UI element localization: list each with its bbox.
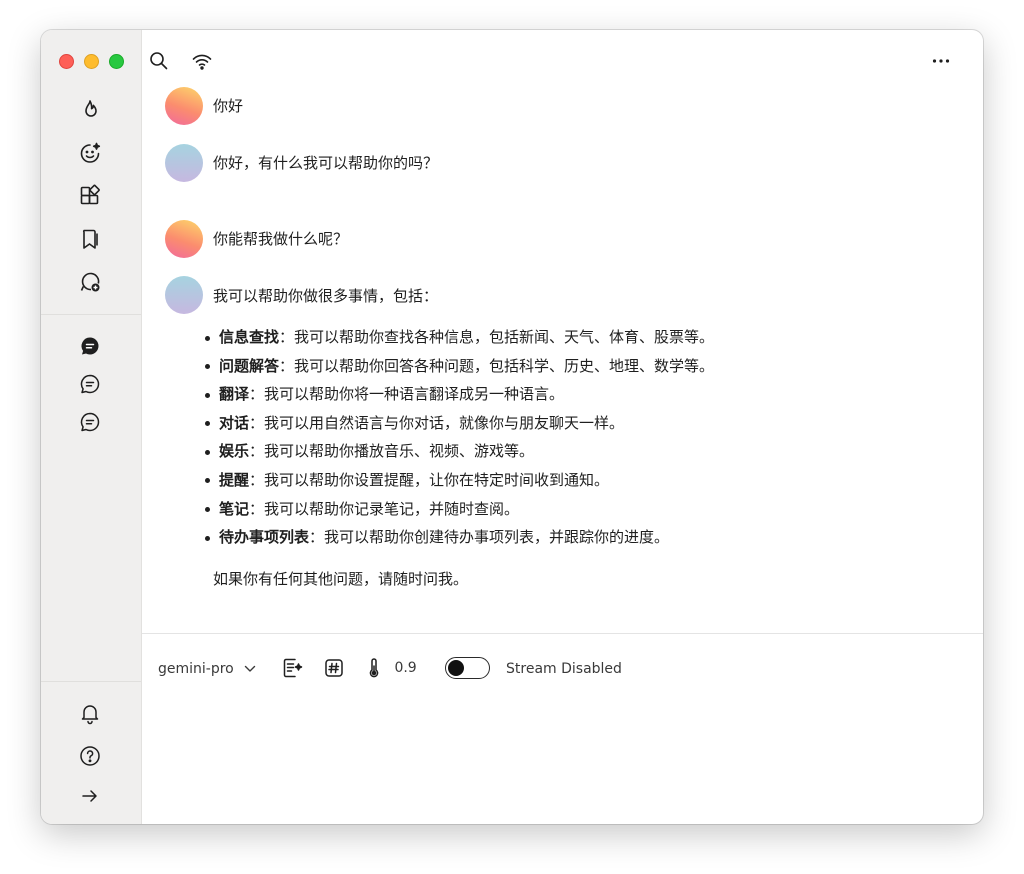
arrow-right-icon[interactable] [78,784,102,808]
sidebar-divider [41,681,141,682]
search-icon[interactable] [148,50,170,72]
list-item: 对话：我可以用自然语言与你对话，就像你与朋友聊天一样。 [205,409,845,438]
bookmark-icon[interactable] [78,227,102,251]
list-item-desc: ：我可以帮助你查找各种信息，包括新闻、天气、体育、股票等。 [279,328,715,346]
list-item: 娱乐：我可以帮助你播放音乐、视频、游戏等。 [205,437,845,466]
composer-divider [142,633,983,634]
flame-icon[interactable] [78,98,102,122]
new-chat-icon[interactable] [78,270,102,294]
model-name: gemini-pro [158,661,234,677]
list-item-desc: ：我可以帮助你创建待办事项列表，并跟踪你的进度。 [309,528,670,547]
message-text: 你好，有什么我可以帮助你的吗？ [213,154,439,172]
zoom-window-button[interactable] [109,54,124,69]
list-item-term: 待办事项列表 [219,528,310,547]
list-item-desc: ：我可以帮助你将一种语言翻译成另一种语言。 [249,385,565,404]
thermometer-icon [369,658,379,678]
chat-outline-icon[interactable] [78,410,102,434]
close-window-button[interactable] [59,54,74,69]
sidebar [41,30,142,824]
list-item-desc: ：我可以帮助你播放音乐、视频、游戏等。 [249,442,535,461]
list-item-term: 提醒 [219,470,250,489]
sidebar-divider [41,314,141,315]
list-item-desc: ：我可以用自然语言与你对话，就像你与朋友聊天一样。 [249,413,625,432]
model-select[interactable]: gemini-pro [158,659,256,679]
list-item: 待办事项列表：我可以帮助你创建待办事项列表，并跟踪你的进度。 [205,523,845,552]
message-text: 你能帮我做什么呢？ [213,230,349,248]
list-item-desc: ：我可以帮助你记录笔记，并随时查阅。 [249,499,520,518]
minimize-window-button[interactable] [84,54,99,69]
stream-label: Stream Disabled [506,661,622,677]
closing-text: 如果你有任何其他问题，请随时问我。 [213,570,469,588]
list-item-term: 娱乐 [219,442,250,461]
list-item-term: 翻译 [219,385,250,404]
widgets-icon[interactable] [78,184,102,208]
wifi-icon[interactable] [191,50,213,72]
chat-main: 你好 你好，有什么我可以帮助你的吗？ 你能帮我做什么呢？ 我可以帮助你做很多事情… [142,30,983,824]
assistant-avatar [165,144,203,182]
list-item-term: 问题解答 [219,356,280,375]
more-icon[interactable] [930,50,952,72]
chevron-down-icon [245,665,256,672]
help-icon[interactable] [78,744,102,768]
user-avatar [165,220,203,258]
assistant-avatar [165,276,203,314]
list-item-desc: ：我可以帮助你设置提醒，让你在特定时间收到通知。 [249,470,610,489]
list-item: 问题解答：我可以帮助你回答各种问题，包括科学、历史、地理、数学等。 [205,352,845,381]
user-avatar [165,87,203,125]
temperature-control[interactable]: 0.9 [366,657,417,678]
toggle-knob [448,659,464,676]
message-text: 你好 [213,97,244,115]
list-item-term: 对话 [219,413,250,432]
composer-toolbar: gemini-pro 0.9 Stream Disabled [142,654,983,684]
prompt-sparkle-icon[interactable] [281,657,303,678]
list-item: 笔记：我可以帮助你记录笔记，并随时查阅。 [205,495,845,524]
temperature-value: 0.9 [394,660,417,676]
stream-toggle[interactable] [445,657,490,679]
bell-icon[interactable] [78,701,102,725]
chat-filled-icon[interactable] [78,334,102,358]
list-item: 翻译：我可以帮助你将一种语言翻译成另一种语言。 [205,380,845,409]
list-item-term: 笔记 [219,499,250,518]
hashtag-icon[interactable] [323,657,345,677]
capability-list: 信息查找：我可以帮助你查找各种信息，包括新闻、天气、体育、股票等。 问题解答：我… [205,323,845,552]
list-item-desc: ：我可以帮助你回答各种问题，包括科学、历史、地理、数学等。 [279,356,715,375]
list-item: 提醒：我可以帮助你设置提醒，让你在特定时间收到通知。 [205,466,845,495]
app-window: 你好 你好，有什么我可以帮助你的吗？ 你能帮我做什么呢？ 我可以帮助你做很多事情… [41,30,983,824]
list-item: 信息查找：我可以帮助你查找各种信息，包括新闻、天气、体育、股票等。 [205,323,845,352]
smile-sparkle-icon[interactable] [78,141,102,165]
message-text: 我可以帮助你做很多事情，包括： [213,287,439,305]
chat-outline-icon[interactable] [78,372,102,396]
list-item-term: 信息查找 [219,328,280,346]
